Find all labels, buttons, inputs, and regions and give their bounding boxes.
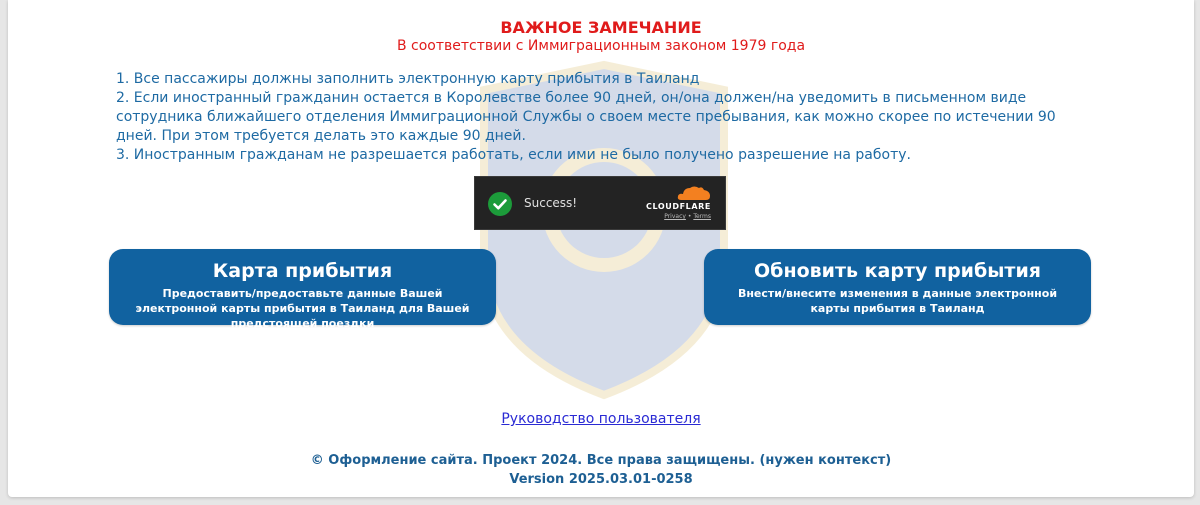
arrival-card-description: Предоставить/предоставьте данные Вашей э…: [135, 287, 470, 330]
notice-title: ВАЖНОЕ ЗАМЕЧАНИЕ: [500, 18, 702, 37]
notice-list: 1. Все пассажиры должны заполнить электр…: [116, 70, 1076, 165]
user-manual-link[interactable]: Руководство пользователя: [501, 411, 700, 427]
notice-item: 3. Иностранным гражданам не разрешается …: [116, 147, 911, 163]
page-card: ВАЖНОЕ ЗАМЕЧАНИЕ В соответствии с Иммигр…: [8, 0, 1194, 497]
link-separator: •: [687, 213, 692, 220]
notice-item: 1. Все пассажиры должны заполнить электр…: [116, 71, 700, 87]
cloudflare-brand: CLOUDFLARE: [646, 202, 711, 211]
cloudflare-logo-icon: [677, 186, 710, 200]
update-arrival-card-title: Обновить карту прибытия: [754, 260, 1041, 282]
terms-link[interactable]: Terms: [693, 213, 711, 220]
captcha-status: Success!: [524, 196, 578, 210]
footer-version: Version 2025.03.01-0258: [509, 472, 693, 487]
cloudflare-links: Privacy • Terms: [664, 213, 711, 220]
success-check-icon: [488, 192, 512, 216]
privacy-link[interactable]: Privacy: [664, 213, 686, 220]
footer-copyright: © Оформление сайта. Проект 2024. Все пра…: [310, 453, 892, 468]
cloudflare-captcha-widget[interactable]: Success! CLOUDFLARE Privacy • Terms: [474, 176, 726, 230]
notice-subtitle: В соответствии с Иммиграционным законом …: [396, 38, 806, 54]
arrival-card-button[interactable]: Карта прибытия Предоставить/предоставьте…: [109, 249, 496, 330]
update-arrival-card-description: Внести/внесите изменения в данные электр…: [737, 287, 1058, 315]
footer: © Оформление сайта. Проект 2024. Все пра…: [8, 451, 1194, 489]
update-arrival-card-button[interactable]: Обновить карту прибытия Внести/внесите и…: [704, 249, 1091, 325]
notice-item: 2. Если иностранный гражданин остается в…: [116, 90, 1056, 144]
arrival-card-title: Карта прибытия: [212, 260, 393, 282]
manual-link-container: Руководство пользователя: [8, 411, 1194, 427]
